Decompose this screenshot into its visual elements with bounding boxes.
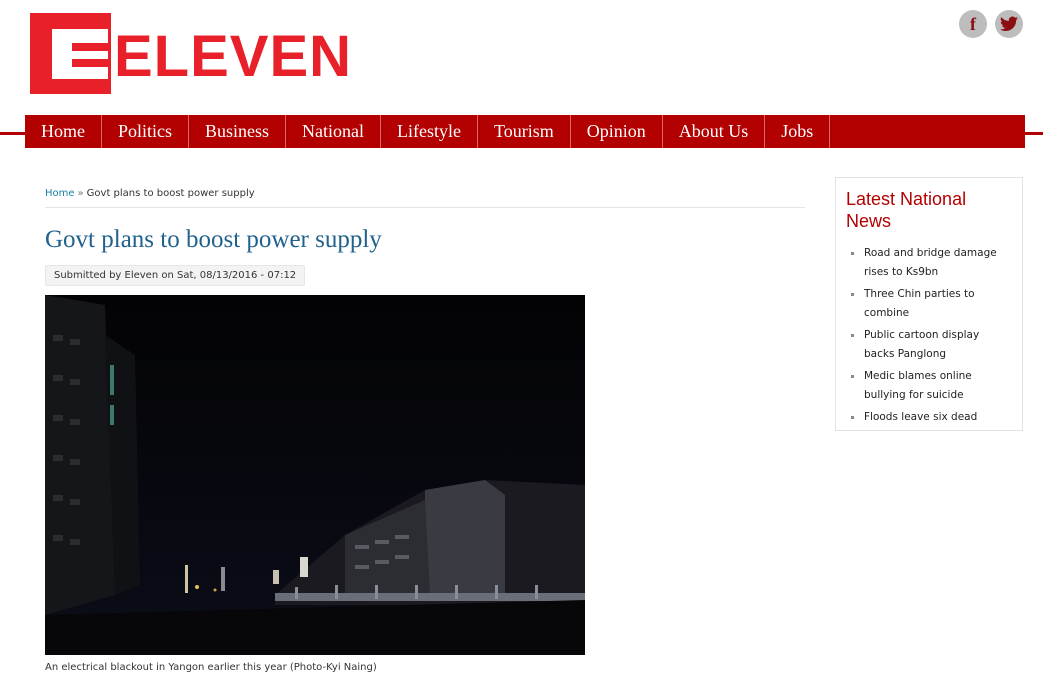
logo-mark xyxy=(30,13,111,94)
list-item[interactable]: Three Chin parties to combine xyxy=(851,285,1012,323)
breadcrumb-current: Govt plans to boost power supply xyxy=(86,188,255,199)
nav-item-tourism[interactable]: Tourism xyxy=(478,115,571,148)
facebook-icon[interactable]: f xyxy=(959,10,987,38)
site-logo[interactable]: ELEVEN xyxy=(30,12,352,94)
list-item[interactable]: Public cartoon display backs Panglong xyxy=(851,326,1012,364)
latest-news-list: Road and bridge damage rises to Ks9bn Th… xyxy=(846,244,1012,427)
nav-item-politics[interactable]: Politics xyxy=(102,115,190,148)
nav-item-business[interactable]: Business xyxy=(189,115,287,148)
social-links: f xyxy=(959,10,1023,38)
article-photo xyxy=(45,295,585,655)
list-item[interactable]: Road and bridge damage rises to Ks9bn xyxy=(851,244,1012,282)
nav-item-home[interactable]: Home xyxy=(25,115,102,148)
nav-item-opinion[interactable]: Opinion xyxy=(571,115,663,148)
list-item[interactable]: Floods leave six dead xyxy=(851,408,1012,427)
page-title: Govt plans to boost power supply xyxy=(45,226,382,253)
photo-caption: An electrical blackout in Yangon earlier… xyxy=(45,662,377,673)
nav-item-national[interactable]: National xyxy=(286,115,382,148)
main-nav: Home Politics Business National Lifestyl… xyxy=(25,115,1025,148)
breadcrumb-separator: » xyxy=(77,188,84,199)
submitted-info: Submitted by Eleven on Sat, 08/13/2016 -… xyxy=(45,265,306,286)
nav-item-lifestyle[interactable]: Lifestyle xyxy=(381,115,478,148)
breadcrumb: Home» Govt plans to boost power supply xyxy=(45,188,805,208)
sidebar-title: Latest National News xyxy=(846,189,967,231)
list-item[interactable]: Medic blames online bullying for suicide xyxy=(851,367,1012,405)
logo-text: ELEVEN xyxy=(114,24,353,89)
blackout-photo-image xyxy=(45,295,585,655)
nav-item-jobs[interactable]: Jobs xyxy=(765,115,831,148)
latest-news-block: Latest National News Road and bridge dam… xyxy=(835,177,1023,431)
nav-item-about-us[interactable]: About Us xyxy=(663,115,766,148)
breadcrumb-home-link[interactable]: Home xyxy=(45,188,75,199)
twitter-icon[interactable] xyxy=(995,10,1023,38)
